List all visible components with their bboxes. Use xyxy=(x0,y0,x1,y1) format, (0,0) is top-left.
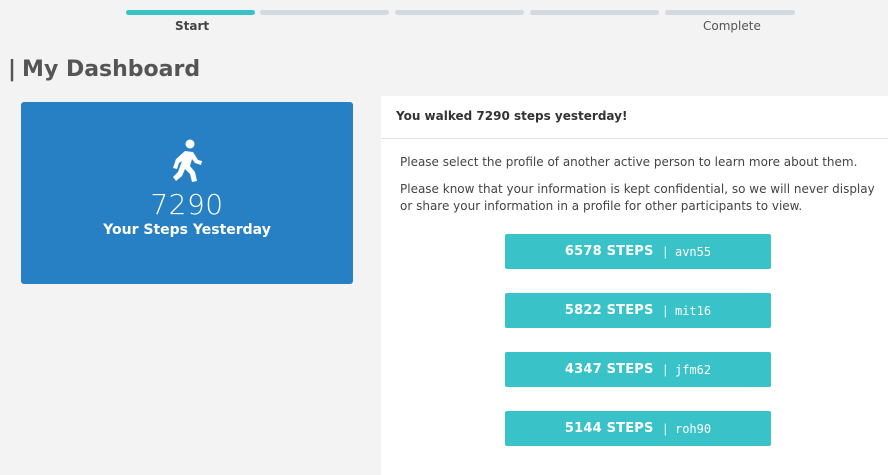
progress-step-5 xyxy=(665,10,795,15)
panel-header: You walked 7290 steps yesterday! xyxy=(381,96,888,139)
profile-separator: | xyxy=(663,244,667,259)
profile-steps: 6578 STEPS xyxy=(564,244,654,259)
progress-start-label: Start xyxy=(175,19,210,33)
progress-step-4 xyxy=(530,10,659,15)
progress-step-1 xyxy=(126,10,255,15)
profile-separator: | xyxy=(663,303,667,318)
profile-button-roh90[interactable]: 5144 STEPS | roh90 xyxy=(505,411,771,446)
profile-separator: | xyxy=(663,421,667,436)
confidential-note: Please know that your information is kep… xyxy=(400,182,875,213)
profile-username: mit16 xyxy=(674,303,712,318)
page-title-text: My Dashboard xyxy=(22,57,201,82)
progress-bar xyxy=(126,10,796,16)
steps-caption: Your Steps Yesterday xyxy=(103,222,271,238)
profile-username: jfm62 xyxy=(674,362,712,377)
title-bar-accent: | xyxy=(8,57,17,82)
steps-count: 7290 xyxy=(150,188,224,221)
profiles-panel: You walked 7290 steps yesterday! Please … xyxy=(381,96,888,475)
profile-steps: 4347 STEPS xyxy=(564,362,654,377)
profile-button-jfm62[interactable]: 4347 STEPS | jfm62 xyxy=(505,352,771,387)
profile-username: roh90 xyxy=(674,421,712,436)
steps-card: 7290 Your Steps Yesterday xyxy=(21,102,353,284)
progress-step-3 xyxy=(395,10,524,15)
profile-button-avn55[interactable]: 6578 STEPS | avn55 xyxy=(505,234,771,269)
progress-complete-label: Complete xyxy=(703,19,761,33)
walking-person-icon xyxy=(173,139,202,182)
profile-steps: 5144 STEPS xyxy=(564,421,654,436)
progress-step-2 xyxy=(260,10,389,15)
profile-username: avn55 xyxy=(674,244,712,259)
profile-separator: | xyxy=(663,362,667,377)
instruction-text: Please select the profile of another act… xyxy=(400,155,858,169)
profile-button-mit16[interactable]: 5822 STEPS | mit16 xyxy=(505,293,771,328)
profile-steps: 5822 STEPS xyxy=(564,303,654,318)
panel-header-text: You walked 7290 steps yesterday! xyxy=(396,109,628,123)
page-title: | My Dashboard xyxy=(8,57,200,82)
